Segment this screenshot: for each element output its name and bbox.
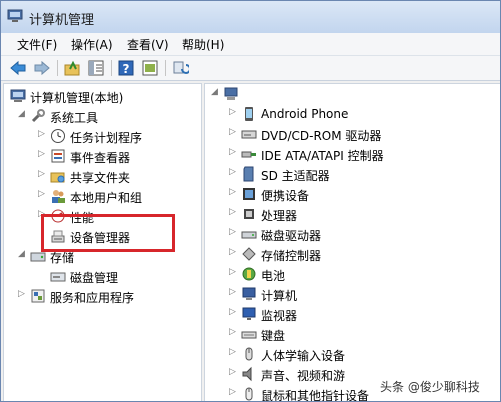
- computer-management-icon: [7, 9, 23, 22]
- device-category-keyboards[interactable]: ▷ 键盘: [229, 326, 491, 344]
- shared-folder-icon: [50, 172, 65, 183]
- expand-arrow-icon[interactable]: ▷: [229, 347, 239, 357]
- svg-text:?: ?: [123, 62, 130, 76]
- device-category-portable-devices[interactable]: ▷ 便携设备: [229, 186, 491, 204]
- storage-controller-icon: [242, 247, 256, 261]
- sd-card-icon: [243, 166, 254, 182]
- expand-arrow-icon[interactable]: ▷: [229, 207, 239, 217]
- up-folder-icon[interactable]: [63, 59, 81, 77]
- hid-icon: [245, 347, 253, 361]
- computer-management-icon: [10, 89, 26, 102]
- battery-icon: [242, 267, 256, 281]
- expand-arrow-icon[interactable]: ▷: [229, 167, 239, 177]
- menu-action[interactable]: 操作(A): [71, 36, 113, 53]
- mouse-icon: [245, 387, 253, 401]
- disk-drive-icon: [241, 231, 257, 239]
- monitor-icon: [242, 307, 256, 320]
- menu-view[interactable]: 查看(V): [127, 36, 169, 53]
- forward-icon[interactable]: [33, 59, 51, 77]
- menu-bar: 文件(F) 操作(A) 查看(V) 帮助(H): [1, 33, 500, 56]
- device-category-storage-controllers[interactable]: ▷ 存储控制器: [229, 246, 491, 264]
- tree-item-event-viewer[interactable]: ▷ 事件查看器: [38, 148, 193, 166]
- expand-arrow-icon[interactable]: ▷: [229, 307, 239, 317]
- users-icon: [52, 190, 65, 203]
- collapse-arrow-icon[interactable]: ◢: [18, 109, 28, 119]
- expand-arrow-icon[interactable]: ▷: [229, 247, 239, 257]
- expand-arrow-icon[interactable]: ▷: [229, 367, 239, 377]
- tree-item-local-users-groups[interactable]: ▷ 本地用户和组: [38, 188, 193, 206]
- keyboard-icon: [241, 331, 257, 339]
- event-viewer-icon: [51, 149, 65, 163]
- expand-arrow-icon[interactable]: ▷: [229, 227, 239, 237]
- expand-arrow-icon[interactable]: ▷: [229, 327, 239, 337]
- device-category-disk-drives[interactable]: ▷ 磁盘驱动器: [229, 226, 491, 244]
- show-hide-tree-icon[interactable]: [87, 59, 105, 77]
- device-tree-root[interactable]: ◢: [211, 86, 491, 104]
- expand-arrow-icon[interactable]: ▷: [38, 169, 48, 179]
- tree-item-task-scheduler[interactable]: ▷ 任务计划程序: [38, 128, 193, 146]
- toolbar: ?: [1, 56, 500, 81]
- expand-arrow-icon[interactable]: ▷: [229, 287, 239, 297]
- details-icon[interactable]: [141, 59, 159, 77]
- device-tree: ◢ ▷ Android Phone ▷ DVD/CD-ROM 驱动器 ▷ IDE…: [204, 83, 500, 401]
- device-category-ide-ata[interactable]: ▷ IDE ATA/ATAPI 控制器: [229, 146, 491, 164]
- phone-icon: [245, 107, 253, 121]
- expand-arrow-icon[interactable]: ▷: [18, 289, 28, 299]
- navigation-tree: 计算机管理(本地) ◢ 系统工具 ▷ 任务计划程序 ▷ 事件查看器 ▷ 共享文件…: [3, 83, 202, 401]
- highlight-box: [41, 214, 175, 252]
- expand-arrow-icon[interactable]: ▷: [229, 107, 239, 117]
- tree-item-disk-management[interactable]: 磁盘管理: [38, 268, 193, 286]
- expand-arrow-icon[interactable]: ▷: [38, 149, 48, 159]
- computer-icon: [242, 287, 256, 300]
- device-category-dvd-cdrom[interactable]: ▷ DVD/CD-ROM 驱动器: [229, 126, 491, 144]
- device-category-sd-host[interactable]: ▷ SD 主适配器: [229, 166, 491, 184]
- menu-file[interactable]: 文件(F): [17, 36, 57, 53]
- processor-icon: [244, 209, 254, 219]
- device-category-processors[interactable]: ▷ 处理器: [229, 206, 491, 224]
- collapse-arrow-icon[interactable]: ◢: [18, 249, 28, 259]
- disk-icon: [50, 272, 66, 282]
- expand-arrow-icon[interactable]: ▷: [38, 129, 48, 139]
- watermark: 头条 @俊少聊科技: [376, 377, 484, 396]
- toolbar-separator: [57, 60, 58, 76]
- tree-item-system-tools[interactable]: ◢ 系统工具: [18, 108, 193, 126]
- tree-item-services-applications[interactable]: ▷ 服务和应用程序: [18, 288, 193, 306]
- refresh-icon[interactable]: [171, 59, 189, 77]
- expand-arrow-icon[interactable]: ▷: [229, 147, 239, 157]
- back-icon[interactable]: [9, 59, 27, 77]
- sound-icon: [242, 366, 252, 382]
- system-tools-icon: [31, 109, 45, 123]
- expand-arrow-icon[interactable]: ▷: [229, 127, 239, 137]
- computer-management-window: 计算机管理 文件(F) 操作(A) 查看(V) 帮助(H) ? 计算机管理(本地…: [0, 0, 501, 402]
- expand-arrow-icon[interactable]: ▷: [229, 387, 239, 397]
- title-bar: 计算机管理: [1, 1, 500, 33]
- services-icon: [31, 289, 45, 303]
- device-category-hid[interactable]: ▷ 人体学输入设备: [229, 346, 491, 364]
- device-category-batteries[interactable]: ▷ 电池: [229, 266, 491, 284]
- toolbar-separator: [111, 60, 112, 76]
- help-icon[interactable]: ?: [117, 59, 135, 77]
- expand-arrow-icon[interactable]: ▷: [229, 187, 239, 197]
- computer-icon: [224, 87, 238, 100]
- tree-item-computer-management[interactable]: 计算机管理(本地): [10, 88, 195, 106]
- expand-arrow-icon[interactable]: ▷: [38, 189, 48, 199]
- clock-icon: [51, 129, 65, 143]
- device-category-computer[interactable]: ▷ 计算机: [229, 286, 491, 304]
- portable-device-icon: [243, 188, 255, 200]
- device-category-android-phone[interactable]: ▷ Android Phone: [229, 106, 491, 124]
- device-category-monitors[interactable]: ▷ 监视器: [229, 306, 491, 324]
- tree-item-shared-folders[interactable]: ▷ 共享文件夹: [38, 168, 193, 186]
- expand-arrow-icon[interactable]: ▷: [229, 267, 239, 277]
- window-title: 计算机管理: [29, 13, 95, 28]
- menu-help[interactable]: 帮助(H): [182, 36, 224, 53]
- cdrom-icon: [241, 130, 257, 139]
- ide-icon: [241, 151, 256, 158]
- collapse-arrow-icon[interactable]: ◢: [211, 87, 221, 97]
- toolbar-separator: [165, 60, 166, 76]
